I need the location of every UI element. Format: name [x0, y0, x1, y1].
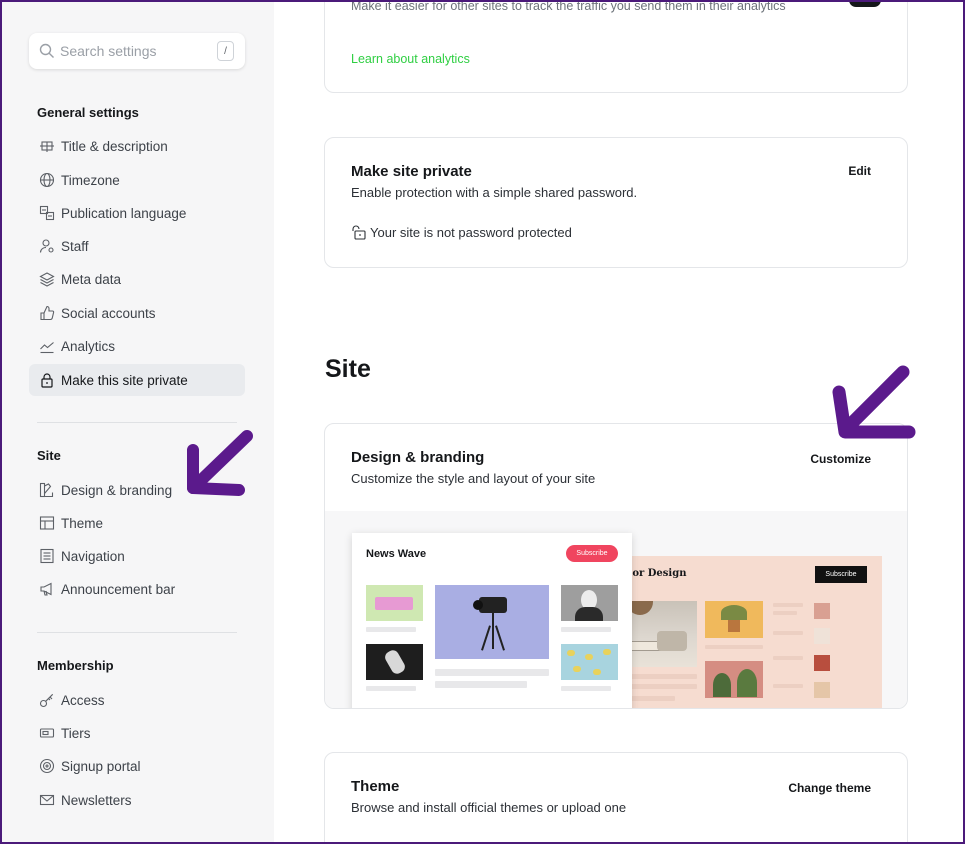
theme-card: Theme Browse and install official themes… — [324, 752, 908, 844]
paint-brush-icon — [39, 482, 55, 498]
globe-icon — [39, 172, 55, 188]
sidebar-item-social-accounts[interactable]: Social accounts — [29, 297, 245, 329]
sidebar-item-label: Social accounts — [61, 305, 156, 321]
membership-heading: Membership — [37, 658, 114, 673]
analytics-card: Make it easier for other sites to track … — [324, 0, 908, 93]
sidebar-item-title-description[interactable]: Title & description — [29, 130, 245, 162]
preview-plants-image — [705, 661, 763, 698]
analytics-toggle[interactable] — [849, 0, 881, 7]
sidebar-item-access[interactable]: Access — [29, 684, 245, 716]
preview-thumb — [814, 682, 830, 698]
sidebar-item-label: Newsletters — [61, 792, 132, 808]
line-chart-icon — [39, 338, 55, 354]
layers-icon — [39, 271, 55, 287]
thumbs-up-icon — [39, 305, 55, 321]
preview-plant-image — [705, 601, 763, 638]
mail-icon — [39, 792, 55, 808]
search-shortcut-key: / — [217, 41, 234, 61]
sidebar-item-label: Meta data — [61, 271, 122, 287]
unlock-icon — [351, 224, 367, 240]
sidebar-item-label: Access — [61, 692, 105, 708]
sidebar-item-newsletters[interactable]: Newsletters — [29, 784, 245, 816]
language-icon — [39, 205, 55, 221]
megaphone-icon — [39, 581, 55, 597]
make-site-private-card: Make site private Enable protection with… — [324, 137, 908, 268]
sidebar-item-label: Make this site private — [61, 372, 188, 388]
sidebar-item-tiers[interactable]: Tiers — [29, 717, 245, 749]
preview-camera-image — [435, 585, 549, 659]
sidebar-item-staff[interactable]: Staff — [29, 230, 245, 262]
preview-thumb — [814, 628, 830, 644]
general-settings-heading: General settings — [37, 105, 139, 120]
search-settings-input[interactable]: Search settings / — [29, 33, 245, 69]
sidebar-item-label: Announcement bar — [61, 581, 176, 597]
ticket-icon — [39, 725, 55, 741]
card-title: Theme — [351, 778, 400, 795]
sidebar-item-label: Publication language — [61, 205, 187, 221]
lock-icon — [39, 372, 55, 388]
sidebar-item-navigation[interactable]: Navigation — [29, 540, 245, 572]
preview-back-subscribe: Subscribe — [815, 566, 867, 583]
card-description: Customize the style and layout of your s… — [351, 471, 596, 486]
sidebar-item-label: Title & description — [61, 138, 168, 154]
search-placeholder: Search settings — [60, 43, 157, 59]
theme-preview[interactable]: nterior Design Subscribe News Wave Subsc… — [325, 511, 907, 708]
sidebar-item-label: Design & branding — [61, 482, 173, 498]
sidebar-item-signup-portal[interactable]: Signup portal — [29, 750, 245, 782]
change-theme-button[interactable]: Change theme — [788, 781, 871, 795]
edit-button[interactable]: Edit — [848, 164, 871, 178]
password-status: Your site is not password protected — [351, 224, 572, 240]
card-title: Make site private — [351, 163, 472, 180]
sidebar-item-timezone[interactable]: Timezone — [29, 164, 245, 196]
sidebar-divider — [37, 632, 237, 633]
card-description: Browse and install official themes or up… — [351, 800, 627, 815]
sidebar-item-publication-language[interactable]: Publication language — [29, 197, 245, 229]
sidebar-item-label: Analytics — [61, 338, 116, 354]
preview-portrait-image — [561, 585, 618, 621]
customize-button[interactable]: Customize — [810, 452, 871, 466]
site-section-title: Site — [325, 355, 371, 383]
preview-keyboard-image — [366, 585, 423, 621]
sidebar-item-announcement-bar[interactable]: Announcement bar — [29, 573, 245, 605]
preview-news-wave: News Wave Subscribe — [352, 533, 632, 708]
sidebar-item-label: Signup portal — [61, 758, 141, 774]
sidebar-item-label: Tiers — [61, 725, 91, 741]
sidebar-item-meta-data[interactable]: Meta data — [29, 263, 245, 295]
preview-thumb — [814, 603, 830, 619]
design-branding-card: Design & branding Customize the style an… — [324, 423, 908, 709]
sidebar-item-theme[interactable]: Theme — [29, 507, 245, 539]
sidebar-item-label: Theme — [61, 515, 104, 531]
card-title: Design & branding — [351, 449, 485, 466]
preview-pattern-image — [561, 644, 618, 680]
password-status-text: Your site is not password protected — [370, 224, 572, 240]
sidebar-item-label: Staff — [61, 238, 89, 254]
analytics-description: Make it easier for other sites to track … — [351, 0, 786, 13]
sidebar-item-label: Timezone — [61, 172, 120, 188]
annotation-arrow-icon — [832, 365, 916, 439]
preview-thumb — [814, 655, 830, 671]
user-key-icon — [39, 238, 55, 254]
sidebar-item-label: Navigation — [61, 548, 125, 564]
learn-about-analytics-link[interactable]: Learn about analytics — [351, 52, 470, 66]
preview-front-title: News Wave — [366, 548, 427, 560]
menu-list-icon — [39, 548, 55, 564]
layout-icon — [39, 515, 55, 531]
card-description: Enable protection with a simple shared p… — [351, 185, 638, 200]
site-heading: Site — [37, 448, 61, 463]
search-icon — [39, 43, 55, 59]
portal-icon — [39, 758, 55, 774]
key-icon — [39, 692, 55, 708]
annotation-arrow-icon — [187, 430, 253, 496]
title-description-icon — [39, 138, 55, 154]
preview-interior-design: nterior Design Subscribe — [605, 556, 882, 708]
preview-astronaut-image — [366, 644, 423, 680]
sidebar-item-analytics[interactable]: Analytics — [29, 330, 245, 362]
preview-front-subscribe: Subscribe — [566, 545, 618, 562]
sidebar-item-make-site-private[interactable]: Make this site private — [29, 364, 245, 396]
